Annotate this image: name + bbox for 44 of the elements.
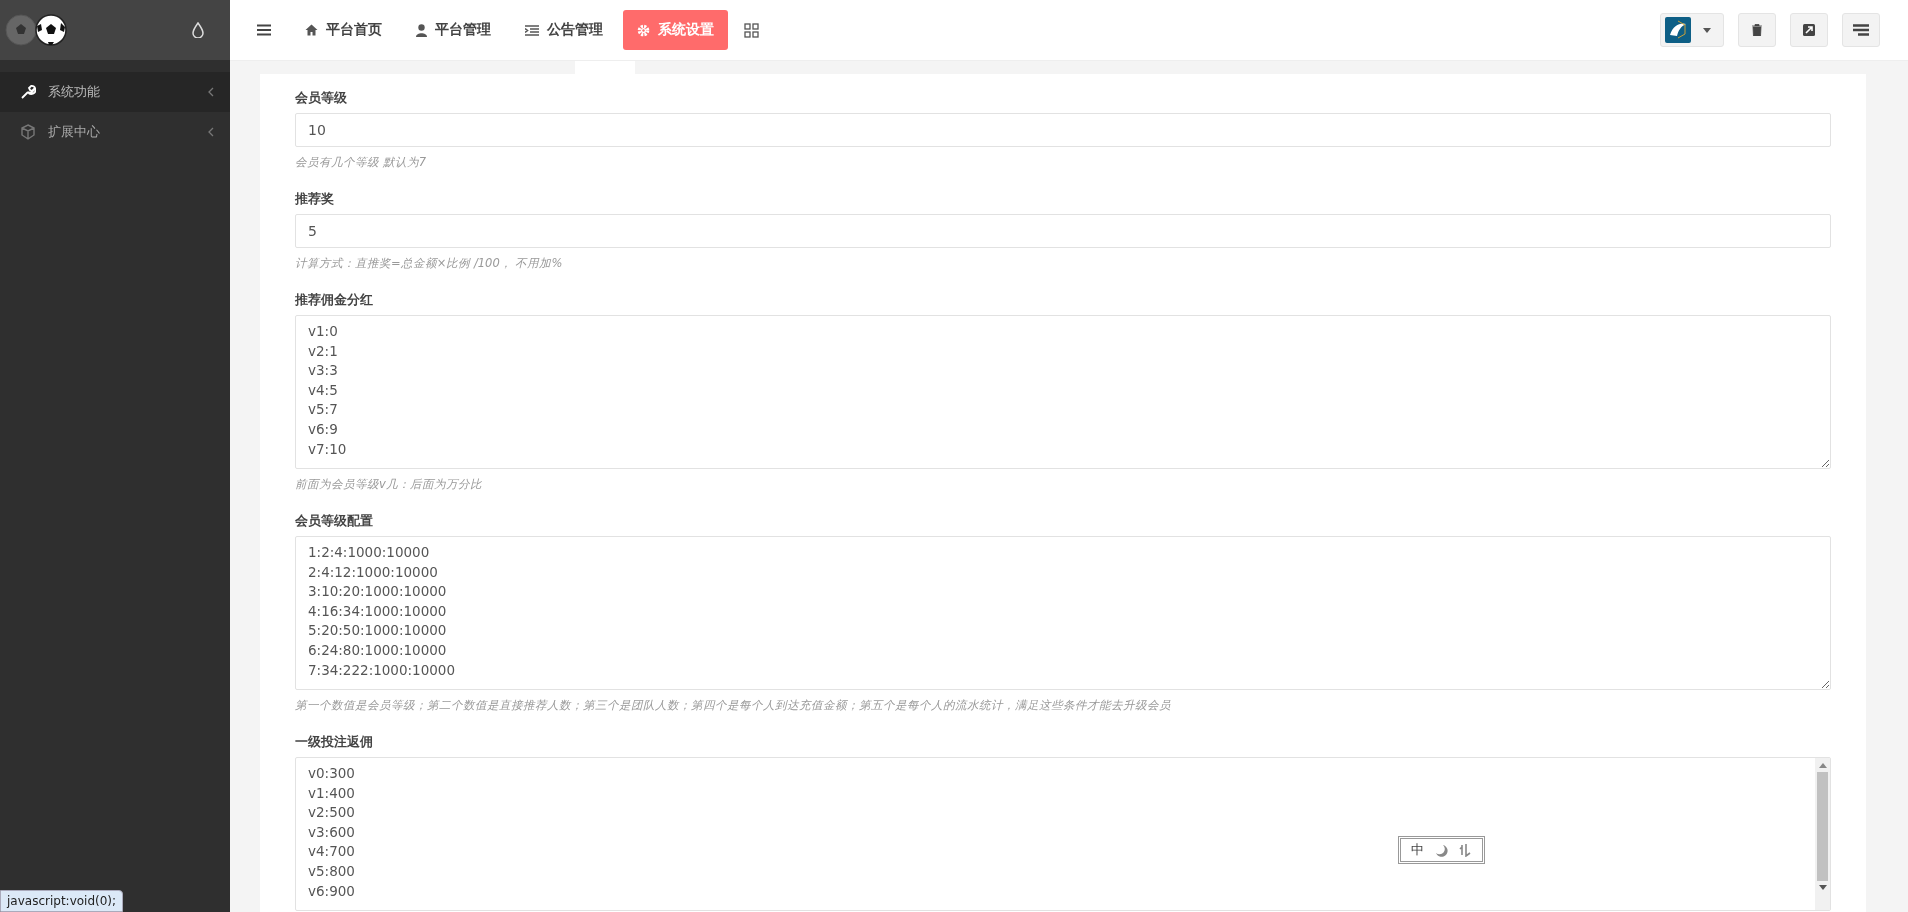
caret-icon	[1703, 27, 1711, 33]
status-url: javascript:void(0);	[0, 890, 124, 912]
input-field[interactable]: 5	[295, 214, 1831, 248]
settings-icon	[637, 23, 650, 37]
chevron-left-icon	[207, 87, 214, 97]
grid-icon[interactable]	[744, 22, 759, 38]
menu-icon	[1853, 24, 1869, 36]
field-hint: 前面为会员等级v几：后面为万分比	[295, 477, 483, 493]
scroll-down-icon[interactable]	[1818, 885, 1827, 890]
field-label: 一级投注返佣	[295, 734, 374, 751]
field-label: 推荐佣金分红	[295, 292, 374, 309]
field-hint: 会员有几个等级 默认为7	[295, 155, 427, 171]
field-label: 会员等级	[295, 90, 348, 107]
nav-tab[interactable]: 公告管理	[511, 10, 617, 50]
external-link-icon	[1803, 24, 1815, 36]
sidebar-item[interactable]: 扩展中心	[0, 112, 230, 152]
field-hint: 计算方式：直推奖=总金额×比例 /100， 不用加%	[295, 256, 564, 272]
trash-button[interactable]	[1738, 13, 1776, 47]
moon-icon[interactable]	[1434, 843, 1448, 857]
field-label: 会员等级配置	[295, 513, 374, 530]
sidebar-item[interactable]: 系统功能	[0, 72, 230, 112]
text-area[interactable]: 1:2:4:1000:10000 2:4:12:1000:10000 3:10:20:1000:10000 4:16:34:1000:10000 5:20:50:1000:10000 6:24:80:1000:10000 7:34:222:1000:10000	[295, 536, 1831, 690]
trash-icon	[1752, 24, 1762, 36]
text-area[interactable]: v1:0 v2:1 v3:3 v4:5 v5:7 v6:9 v7:10	[295, 315, 1831, 469]
avatar-icon	[1665, 17, 1691, 43]
list-icon	[525, 24, 539, 36]
chevron-left-icon	[207, 127, 214, 137]
nav-tab[interactable]: 平台首页	[291, 10, 396, 50]
menu-icon[interactable]	[257, 24, 271, 36]
field-label: 推荐奖	[295, 191, 335, 208]
scrollbar[interactable]	[1815, 758, 1830, 910]
menu-lines-button[interactable]	[1842, 13, 1880, 47]
cubes-icon	[20, 124, 36, 140]
droplet-icon[interactable]	[192, 22, 204, 38]
soccer-ball-logo-icon	[4, 12, 68, 48]
home-icon	[305, 24, 318, 36]
external-link-button[interactable]	[1790, 13, 1828, 47]
user-icon	[416, 23, 427, 37]
avatar-dropdown-button[interactable]	[1660, 13, 1724, 47]
input-field[interactable]: 10	[295, 113, 1831, 147]
ime-mode[interactable]: 中	[1411, 841, 1424, 859]
nav-tab[interactable]: 平台管理	[402, 10, 505, 50]
wrench-icon	[20, 84, 36, 100]
scroll-up-icon[interactable]	[1818, 763, 1827, 768]
